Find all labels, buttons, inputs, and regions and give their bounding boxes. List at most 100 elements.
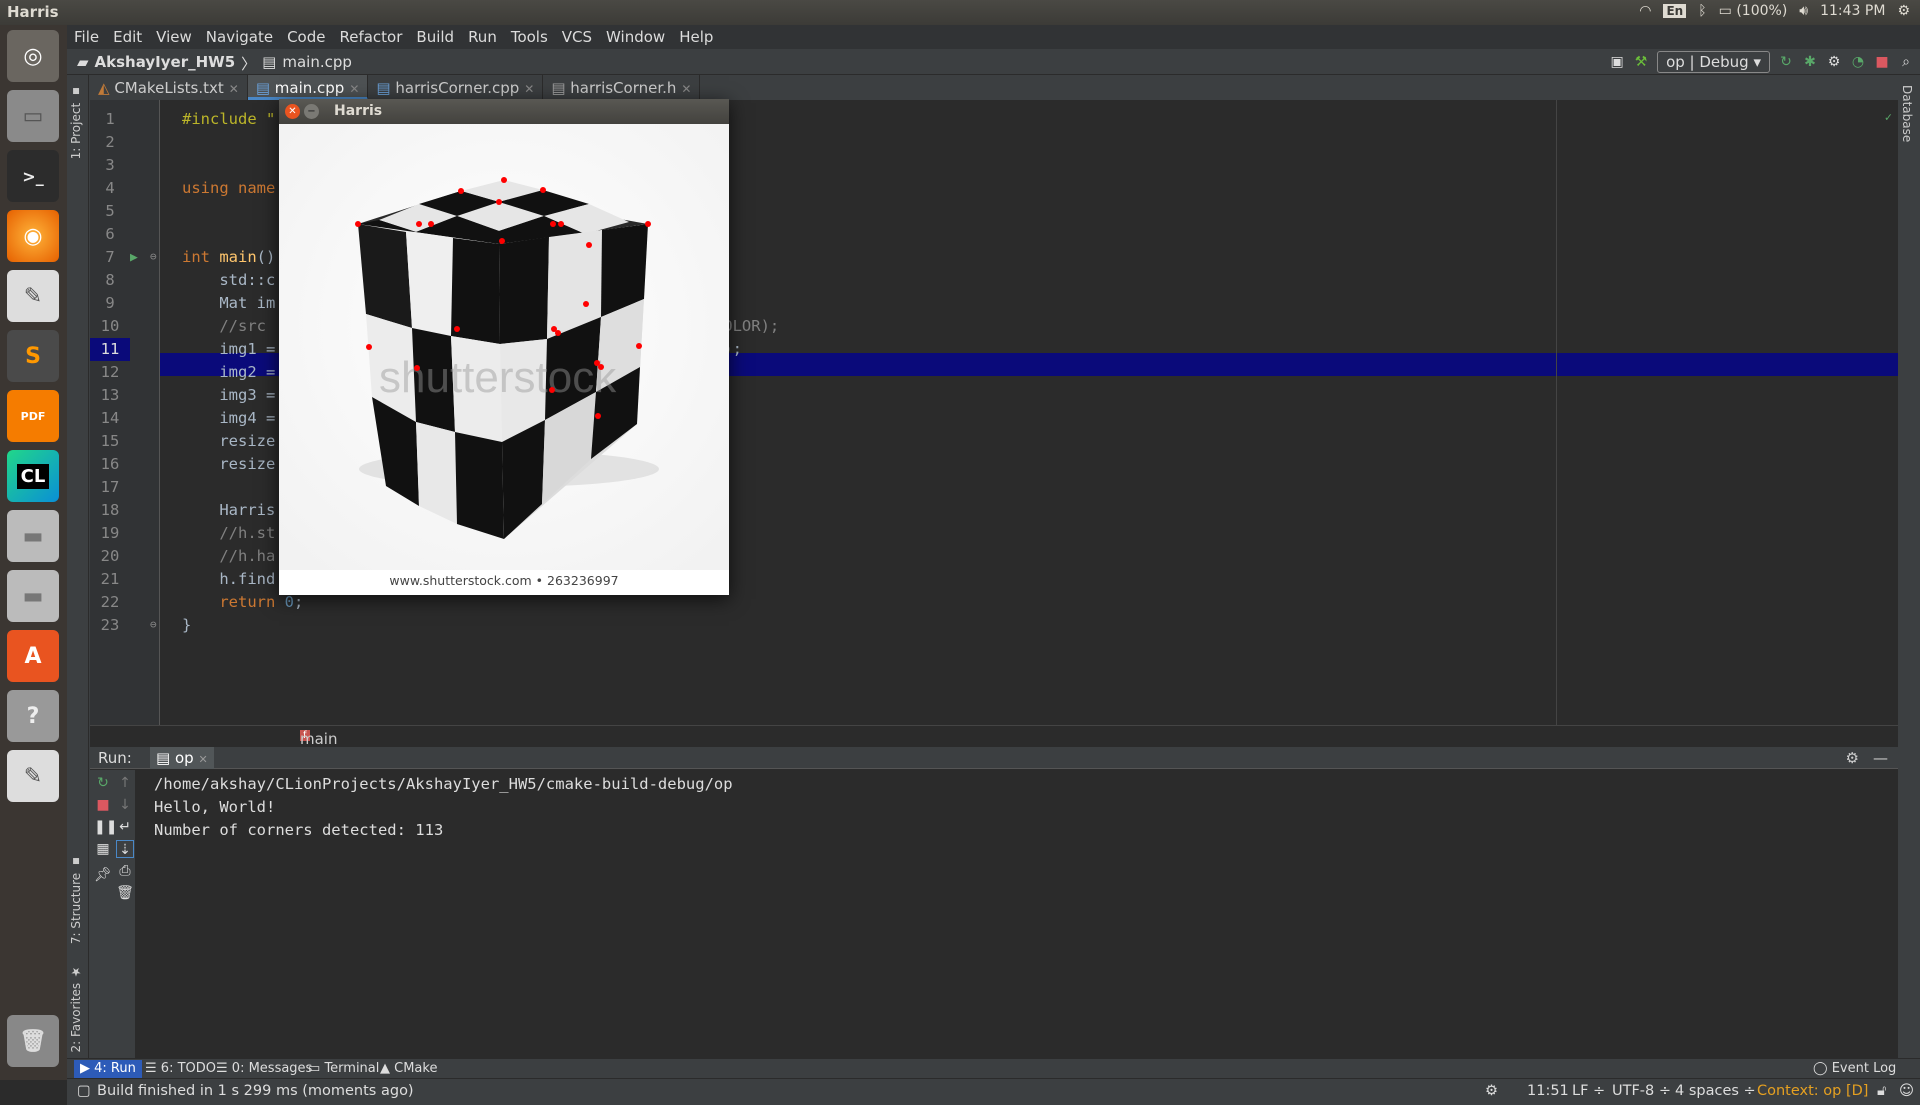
event-log-button[interactable]: ◯ Event Log: [1807, 1060, 1902, 1078]
run-header-actions: ⚙ —: [1846, 749, 1888, 767]
terminal-icon[interactable]: >_: [7, 150, 59, 202]
battery-indicator[interactable]: ▭ (100%): [1719, 3, 1788, 19]
rerun-icon[interactable]: ↻: [1778, 54, 1794, 70]
run-configuration-select[interactable]: op | Debug ▾: [1657, 51, 1770, 73]
pdf-reader-icon[interactable]: PDF: [7, 390, 59, 442]
trash-icon[interactable]: 🗑︎: [116, 884, 134, 902]
harris-title-bar[interactable]: ✕ − Harris: [279, 99, 729, 124]
fold-icon[interactable]: ⊖: [150, 618, 157, 631]
build-hammer-icon[interactable]: ⚒: [1633, 54, 1649, 70]
inspection-ok-icon[interactable]: ✓: [1885, 110, 1892, 124]
print-icon[interactable]: ⎙: [116, 862, 134, 880]
memory-icon[interactable]: ⚙: [1485, 1083, 1498, 1099]
software-center-icon[interactable]: A: [7, 630, 59, 682]
event-log-icon: ◯: [1813, 1061, 1828, 1076]
caret-position[interactable]: 11:51: [1527, 1083, 1569, 1099]
database-tool-tab[interactable]: Database: [1900, 85, 1914, 142]
structure-tool-tab[interactable]: 7: Structure ▪: [69, 855, 83, 944]
arrow-down-icon[interactable]: ↓: [116, 796, 134, 814]
firefox-icon[interactable]: ◉: [7, 210, 59, 262]
menu-file[interactable]: File: [67, 28, 106, 46]
run-tab-op[interactable]: ▤ op ✕: [150, 747, 214, 769]
close-icon[interactable]: ✕: [198, 753, 207, 766]
stop-icon[interactable]: ■: [94, 796, 112, 814]
settings-gear-icon[interactable]: ⚙: [1897, 3, 1910, 19]
editor-tabs: ◭ CMakeLists.txt ✕ ▤ main.cpp ✕ ▤ harrisCo…: [90, 75, 1898, 100]
stop-icon[interactable]: ■: [1874, 54, 1890, 70]
tab-harriscorner-h[interactable]: ▤ harrisCorner.h ✕: [543, 75, 701, 100]
breadcrumb-project[interactable]: AkshayIyer_HW5: [95, 53, 236, 74]
fold-icon[interactable]: ⊖: [150, 250, 157, 263]
menu-tools[interactable]: Tools: [504, 28, 555, 46]
help-icon[interactable]: ?: [7, 690, 59, 742]
rerun-icon[interactable]: ↻: [94, 774, 112, 792]
menu-refactor[interactable]: Refactor: [332, 28, 409, 46]
favorites-tool-tab[interactable]: 2: Favorites ★: [69, 965, 83, 1053]
file-encoding[interactable]: UTF-8 ÷: [1612, 1083, 1671, 1099]
close-window-button[interactable]: ✕: [285, 104, 300, 119]
status-toggle-icon[interactable]: ▢: [77, 1083, 91, 1099]
disk-icon[interactable]: ▬: [7, 570, 59, 622]
lock-icon[interactable]: 🔓︎: [1877, 1083, 1886, 1099]
minimize-window-button[interactable]: −: [304, 104, 319, 119]
menu-edit[interactable]: Edit: [106, 28, 149, 46]
attach-icon[interactable]: ⚙: [1826, 54, 1842, 70]
pause-icon[interactable]: ❚❚: [94, 818, 117, 836]
clion-icon[interactable]: CL: [7, 450, 59, 502]
tab-cmakelists[interactable]: ◭ CMakeLists.txt ✕: [90, 75, 248, 100]
gear-icon[interactable]: ⚙: [1846, 749, 1859, 767]
soft-wrap-icon[interactable]: ↵: [116, 818, 134, 836]
layout-icon[interactable]: ▦: [94, 840, 112, 858]
hector-icon[interactable]: ☺: [1899, 1083, 1914, 1099]
dash-icon[interactable]: ◎: [7, 30, 59, 82]
trash-icon[interactable]: 🗑︎: [7, 1015, 59, 1067]
keyboard-layout-indicator[interactable]: En: [1663, 4, 1687, 18]
line-separator[interactable]: LF ÷: [1572, 1083, 1605, 1099]
text-editor-icon[interactable]: ✎: [7, 270, 59, 322]
project-tool-tab[interactable]: 1: Project ▪: [69, 85, 83, 159]
minimize-icon[interactable]: —: [1873, 749, 1888, 767]
code-line-18: Harris: [182, 501, 276, 519]
files-icon[interactable]: ▭: [7, 90, 59, 142]
tab-label: CMakeLists.txt: [114, 79, 224, 97]
menu-view[interactable]: View: [149, 28, 199, 46]
menu-window[interactable]: Window: [599, 28, 672, 46]
tab-terminal[interactable]: ▭ Terminal: [302, 1060, 385, 1078]
run-config-icon: ▤: [156, 749, 171, 767]
menu-run[interactable]: Run: [461, 28, 504, 46]
console-output[interactable]: /home/akshay/CLionProjects/AkshayIyer_HW…: [137, 770, 1898, 1058]
tab-cmake[interactable]: ▲ CMake: [374, 1060, 443, 1078]
project-structure-icon[interactable]: ▣: [1609, 54, 1625, 70]
sublime-text-icon[interactable]: S: [7, 330, 59, 382]
volume-icon[interactable]: 🔊︎: [1799, 3, 1808, 19]
run-gutter-play-icon[interactable]: ▶: [130, 250, 138, 265]
indent-setting[interactable]: 4 spaces ÷: [1675, 1083, 1756, 1099]
menu-vcs[interactable]: VCS: [555, 28, 599, 46]
close-icon[interactable]: ✕: [229, 82, 239, 96]
harris-image-window[interactable]: ✕ − Harris shutterstock www.shutterstock…: [279, 99, 729, 595]
close-icon[interactable]: ✕: [681, 82, 691, 96]
menu-help[interactable]: Help: [672, 28, 720, 46]
arrow-up-icon[interactable]: ↑: [116, 774, 134, 792]
wifi-icon[interactable]: ◠: [1639, 3, 1651, 19]
menu-navigate[interactable]: Navigate: [199, 28, 280, 46]
search-icon[interactable]: ⌕: [1898, 54, 1914, 70]
pin-icon[interactable]: 📌︎: [94, 866, 112, 884]
coverage-icon[interactable]: ◔: [1850, 54, 1866, 70]
context-indicator[interactable]: Context: op [D]: [1757, 1083, 1868, 1099]
bluetooth-icon[interactable]: ᛒ: [1698, 3, 1706, 19]
tab-main-cpp[interactable]: ▤ main.cpp ✕: [247, 75, 369, 100]
tab-harriscorner-cpp[interactable]: ▤ harrisCorner.cpp ✕: [368, 75, 544, 100]
close-icon[interactable]: ✕: [349, 82, 359, 96]
clock[interactable]: 11:43 PM: [1820, 3, 1885, 19]
close-icon[interactable]: ✕: [524, 82, 534, 96]
breadcrumb-file[interactable]: main.cpp: [282, 53, 352, 74]
menu-code[interactable]: Code: [280, 28, 332, 46]
disk-icon[interactable]: ▬: [7, 510, 59, 562]
text-editor-icon[interactable]: ✎: [7, 750, 59, 802]
menu-build[interactable]: Build: [409, 28, 461, 46]
favorites-tab-label: 2: Favorites: [69, 982, 83, 1053]
scroll-to-end-icon[interactable]: ⇣: [116, 840, 134, 858]
debug-bug-icon[interactable]: ✱: [1802, 54, 1818, 70]
tab-run[interactable]: ▶ 4: Run: [74, 1060, 142, 1078]
